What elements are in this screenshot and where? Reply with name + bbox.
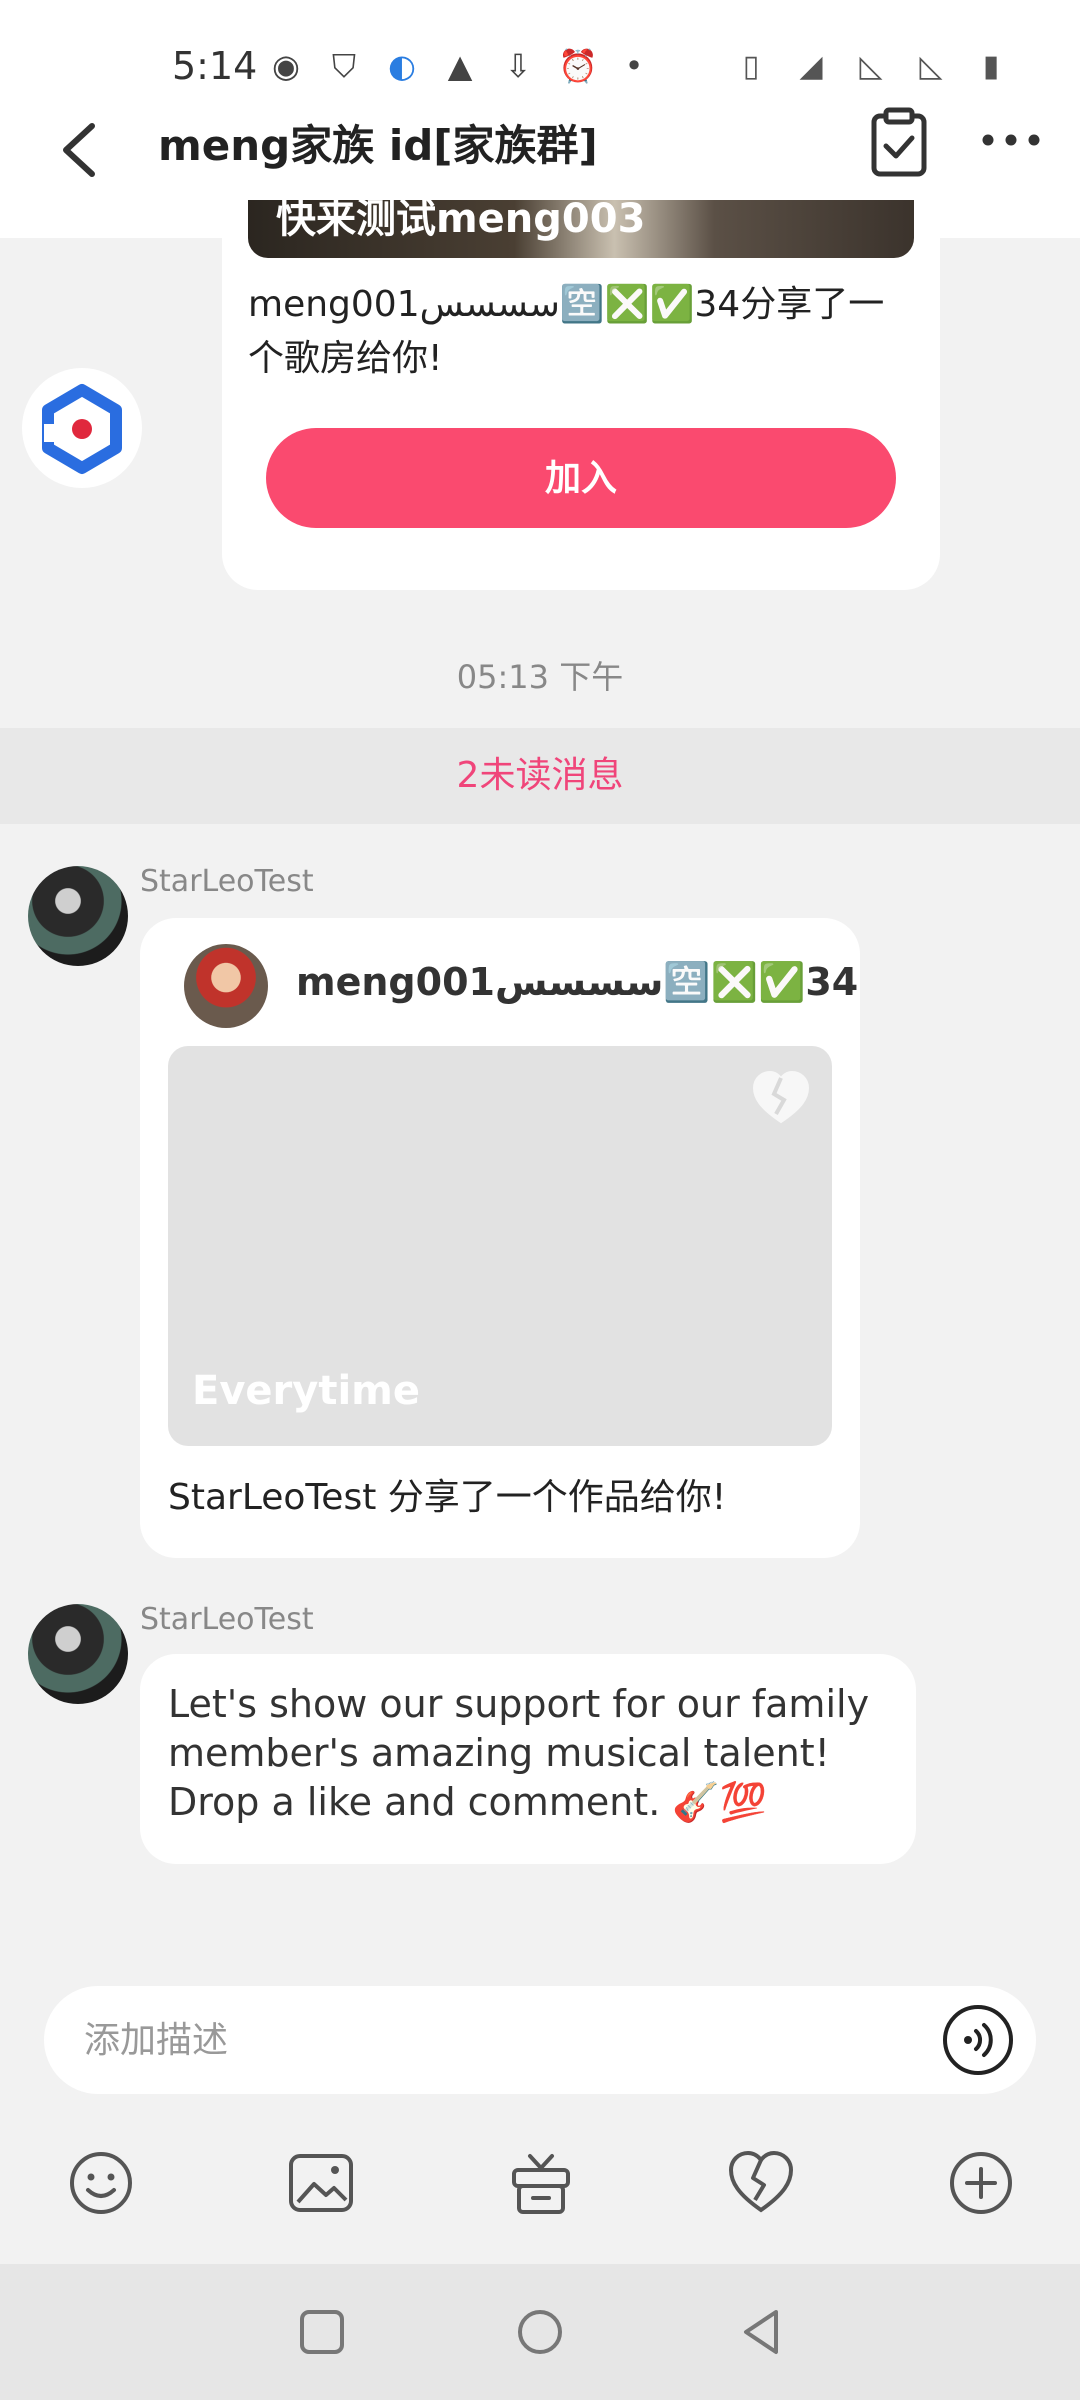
unread-count-text: 2未读消息 xyxy=(456,755,624,796)
work-thumbnail[interactable]: Everytime xyxy=(168,1046,832,1446)
back-button[interactable] xyxy=(52,110,112,190)
status-time: 5:14 xyxy=(172,44,258,88)
plus-circle-icon[interactable] xyxy=(946,2148,1016,2218)
work-title: Everytime xyxy=(192,1368,420,1414)
home-icon[interactable] xyxy=(512,2304,568,2360)
text-message: Let's show our support for our family me… xyxy=(168,1682,870,1824)
app-c-icon: ◐ xyxy=(388,47,416,85)
shield-icon: ⛉ xyxy=(331,47,356,85)
room-share-text: meng001ﺳﺴﺴﺲ🈳❎✅34分享了一个歌房给你! xyxy=(248,284,885,379)
gift-icon[interactable] xyxy=(506,2148,576,2218)
composer xyxy=(0,1970,1080,2270)
warning-icon: ▲ xyxy=(447,47,473,85)
sender-name: StarLeoTest xyxy=(140,864,314,899)
status-right-icons: ▯ ◢ ◺ ◺ ▮ xyxy=(734,48,1008,86)
room-banner-title: 快来测试meng003 xyxy=(276,200,646,242)
image-icon[interactable] xyxy=(286,2148,356,2218)
broken-heart-icon xyxy=(752,1070,810,1124)
download-icon: ⇩ xyxy=(504,47,532,85)
voice-button[interactable] xyxy=(942,2004,1014,2076)
input-box[interactable] xyxy=(44,1986,1036,2094)
emoji-icon[interactable] xyxy=(66,2148,136,2218)
page-title: meng家族 id[家族群] xyxy=(158,121,598,170)
system-avatar[interactable] xyxy=(22,368,142,488)
work-share-card[interactable]: meng001ﺳﺴﺴﺲ🈳❎✅34 Everytime StarLeoTest 分… xyxy=(140,918,860,1558)
dot-icon: • xyxy=(624,47,644,85)
battery-icon: ▮ xyxy=(982,49,1000,84)
room-share-card[interactable]: 快来测试meng003 meng001ﺳﺴﺴﺲ🈳❎✅34分享了一个歌房给你! 加… xyxy=(222,200,940,590)
message-input[interactable] xyxy=(84,2004,934,2076)
unread-divider: 2未读消息 xyxy=(0,728,1080,824)
clipboard-check-icon xyxy=(871,107,927,177)
avatar[interactable] xyxy=(28,1604,128,1704)
wifi-icon: ◢ xyxy=(799,49,823,84)
chat-header: meng家族 id[家族群] xyxy=(0,100,1080,200)
signal-1-icon: ◺ xyxy=(859,49,883,84)
back-nav-icon[interactable] xyxy=(734,2304,790,2360)
work-author-row[interactable]: meng001ﺳﺴﺴﺲ🈳❎✅34 xyxy=(184,940,858,1030)
voice-input-icon xyxy=(943,2005,1013,2075)
broken-heart-icon[interactable] xyxy=(726,2148,796,2218)
vibrate-icon: ▯ xyxy=(742,49,760,84)
back-arrow-icon xyxy=(63,123,95,177)
status-left-icons: ◉ ⛉ ◐ ▲ ⇩ ⏰ • xyxy=(268,48,652,84)
work-share-description: StarLeoTest 分享了一个作品给你! xyxy=(168,1477,727,1518)
composer-toolbar xyxy=(0,2134,1080,2234)
alarm-icon: ⏰ xyxy=(558,47,598,85)
message-timestamp: 05:13 下午 xyxy=(456,658,624,696)
sender-name: StarLeoTest xyxy=(140,1602,314,1637)
work-author-avatar[interactable] xyxy=(184,944,268,1028)
app-notification-icon: ◉ xyxy=(272,47,300,85)
avatar[interactable] xyxy=(28,866,128,966)
signal-2-icon: ◺ xyxy=(919,49,943,84)
more-dots-icon xyxy=(982,134,1040,146)
system-nav-bar xyxy=(0,2264,1080,2400)
clipboard-button[interactable] xyxy=(868,106,930,178)
app-logo-icon xyxy=(42,384,122,474)
chat-list[interactable]: 快来测试meng003 meng001ﺳﺴﺴﺲ🈳❎✅34分享了一个歌房给你! 加… xyxy=(0,200,1080,1970)
more-button[interactable] xyxy=(978,120,1044,160)
join-button[interactable]: 加入 xyxy=(266,428,896,528)
recents-icon[interactable] xyxy=(294,2304,350,2360)
work-author-name: meng001ﺳﺴﺴﺲ🈳❎✅34 xyxy=(296,960,859,1004)
text-message-bubble[interactable]: Let's show our support for our family me… xyxy=(140,1654,916,1864)
room-banner[interactable]: 快来测试meng003 xyxy=(248,200,914,258)
